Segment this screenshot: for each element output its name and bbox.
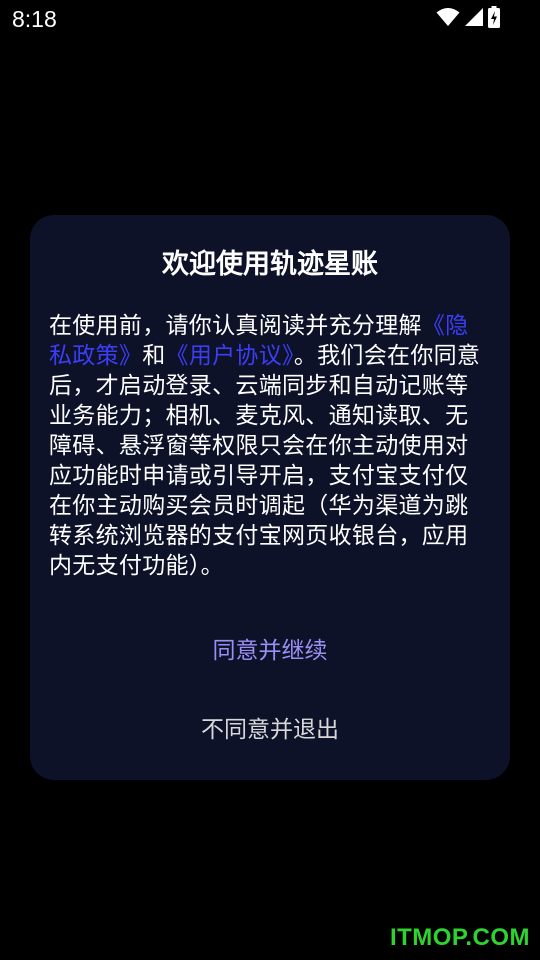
dialog-body: 在使用前，请你认真阅读并充分理解《隐私政策》和《用户协议》。我们会在你同意后，才… <box>49 311 491 581</box>
status-icons <box>436 6 500 28</box>
wifi-icon <box>436 7 460 27</box>
status-bar: 8:18 <box>0 0 540 38</box>
disagree-exit-button[interactable]: 不同意并退出 <box>170 708 370 752</box>
status-time: 8:18 <box>12 6 57 32</box>
signal-icon <box>464 7 484 27</box>
agree-continue-button[interactable]: 同意并继续 <box>170 629 370 673</box>
user-agreement-link[interactable]: 《用户协议》 <box>166 343 294 369</box>
dialog-title: 欢迎使用轨迹星账 <box>162 249 378 280</box>
app-screen: 8:18 欢迎使用轨迹星账 在使用前，请你认真阅读并充分理解《隐私政策》和《用户… <box>0 0 540 960</box>
battery-charging-icon <box>488 6 500 28</box>
privacy-dialog: 欢迎使用轨迹星账 在使用前，请你认真阅读并充分理解《隐私政策》和《用户协议》。我… <box>30 215 510 780</box>
dialog-intro-text: 在使用前，请你认真阅读并充分理解 <box>49 313 422 339</box>
dialog-details-text: 。我们会在你同意后，才启动登录、云端同步和自动记账等业务能力；相机、麦克风、通知… <box>49 343 481 579</box>
watermark: ITMOP.COM <box>389 924 530 951</box>
dialog-and-text: 和 <box>142 343 166 369</box>
